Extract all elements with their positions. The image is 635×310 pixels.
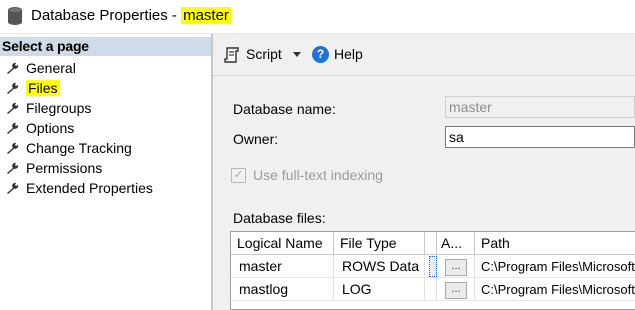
sidebar-item-filegroups[interactable]: Filegroups (0, 98, 211, 118)
owner-field[interactable]: sa (445, 126, 635, 148)
column-header-blank[interactable] (425, 232, 437, 255)
sidebar-item-label: Options (26, 120, 75, 136)
sidebar-item-label: Filegroups (26, 100, 92, 116)
script-icon[interactable] (223, 46, 241, 64)
database-files-grid: Logical Name File Type A... Path master … (230, 231, 635, 310)
wrench-icon (7, 102, 19, 114)
page-list: General Files Filegroups Options Change … (0, 58, 211, 198)
column-header-autogrowth[interactable]: A... (437, 232, 475, 255)
column-header-file-type[interactable]: File Type (334, 232, 425, 255)
fulltext-label: Use full-text indexing (253, 167, 383, 183)
table-cell-logical-name[interactable]: mastlog (231, 278, 334, 301)
title-prefix: Database Properties - (31, 7, 182, 24)
table-cell-path[interactable]: C:\Program Files\Microsoft (475, 255, 635, 278)
page-selector-panel: Select a page General Files Filegroups O… (0, 34, 212, 310)
sidebar-item-extended-properties[interactable]: Extended Properties (0, 178, 211, 198)
help-button[interactable]: Help (334, 46, 363, 62)
sidebar-item-permissions[interactable]: Permissions (0, 158, 211, 178)
column-header-logical-name[interactable]: Logical Name (231, 232, 334, 255)
sidebar-item-label: General (26, 60, 76, 76)
sidebar-item-label: Permissions (26, 160, 103, 176)
sidebar-item-label: Change Tracking (26, 140, 132, 156)
autogrowth-ellipsis-button[interactable]: ... (445, 259, 467, 276)
owner-label: Owner: (233, 131, 279, 147)
wrench-icon (7, 142, 19, 154)
toolbar: Script ? Help (213, 34, 635, 76)
sidebar-item-change-tracking[interactable]: Change Tracking (0, 138, 211, 158)
database-files-label: Database files: (233, 210, 326, 226)
chevron-down-icon[interactable] (293, 52, 301, 57)
sidebar-header: Select a page (0, 37, 211, 56)
script-button[interactable]: Script (246, 46, 282, 62)
column-header-path[interactable]: Path (475, 232, 635, 255)
sidebar-item-label: Files (26, 80, 60, 96)
table-cell-path[interactable]: C:\Program Files\Microsoft (475, 278, 635, 301)
toolbar-divider (213, 75, 635, 76)
table-cell-logical-name[interactable]: master (231, 255, 334, 278)
title-bar: Database Properties - master (0, 0, 635, 32)
help-icon[interactable]: ? (312, 46, 329, 63)
wrench-icon (7, 82, 19, 94)
database-name-label: Database name: (233, 101, 336, 117)
wrench-icon (7, 182, 19, 194)
sidebar-item-files[interactable]: Files (0, 78, 211, 98)
sidebar-item-general[interactable]: General (0, 58, 211, 78)
table-cell-file-type[interactable]: ROWS Data (334, 255, 425, 278)
window-title: Database Properties - master (31, 7, 231, 24)
wrench-icon (7, 162, 19, 174)
wrench-icon (7, 62, 19, 74)
table-cell-blank (425, 278, 437, 301)
title-database-name: master (181, 7, 231, 24)
fulltext-checkbox: ✓ (231, 168, 246, 183)
wrench-icon (7, 122, 19, 134)
files-page: Script ? Help Database name: master Owne… (213, 34, 635, 310)
sidebar-item-label: Extended Properties (26, 180, 153, 196)
focused-cell-marker[interactable] (429, 256, 437, 277)
database-icon (8, 7, 22, 25)
autogrowth-ellipsis-button[interactable]: ... (445, 282, 467, 299)
table-cell-file-type[interactable]: LOG (334, 278, 425, 301)
database-name-field: master (445, 96, 635, 118)
sidebar-item-options[interactable]: Options (0, 118, 211, 138)
